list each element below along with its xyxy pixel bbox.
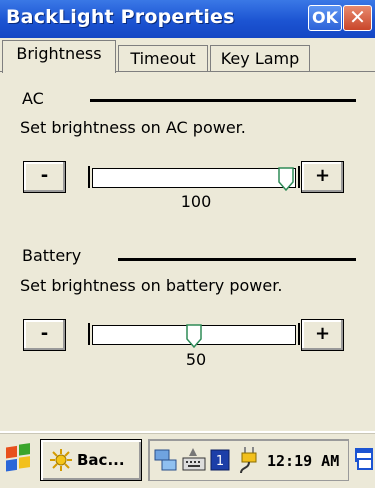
system-tray: 1 12:19 AM	[148, 439, 349, 481]
battery-increase-button[interactable]: +	[301, 319, 344, 351]
clock[interactable]: 12:19 AM	[267, 452, 339, 470]
window-title: BackLight Properties	[6, 6, 235, 28]
keyboard-icon[interactable]	[181, 446, 207, 474]
input-panel-icon[interactable]: 1	[209, 448, 231, 472]
svg-text:1: 1	[216, 454, 224, 469]
tab-key-lamp[interactable]: Key Lamp	[210, 45, 310, 72]
brightness-panel: AC Set brightness on AC power. - + 100 B…	[0, 71, 375, 432]
battery-heading: Battery	[22, 246, 82, 265]
ac-value: 100	[180, 192, 212, 211]
desktop-icon[interactable]	[354, 443, 374, 475]
ac-increase-button[interactable]: +	[301, 161, 344, 193]
close-button[interactable]: ✕	[343, 5, 372, 31]
tab-timeout[interactable]: Timeout	[118, 45, 208, 72]
tab-strip: Brightness Timeout Key Lamp	[0, 38, 375, 73]
ac-description: Set brightness on AC power.	[20, 118, 246, 137]
ac-divider	[90, 99, 356, 102]
taskbar: Bac... 1 12:19 AM	[0, 431, 375, 488]
battery-value: 50	[185, 350, 207, 369]
battery-description: Set brightness on battery power.	[20, 276, 283, 295]
ok-button[interactable]: OK	[308, 5, 342, 31]
ac-heading: AC	[22, 89, 44, 108]
ac-decrease-button[interactable]: -	[23, 161, 66, 193]
ac-slider-thumb[interactable]	[278, 167, 294, 191]
taskbar-task-label: Bac...	[77, 451, 125, 469]
taskbar-task-button[interactable]: Bac...	[40, 439, 142, 481]
title-bar: BackLight Properties OK ✕	[0, 0, 375, 38]
power-plug-icon[interactable]	[235, 445, 263, 475]
ac-slider-track[interactable]	[92, 168, 296, 188]
battery-decrease-button[interactable]: -	[23, 319, 66, 351]
network-icon[interactable]	[153, 446, 179, 474]
battery-divider	[118, 258, 356, 261]
start-flag-icon[interactable]	[2, 443, 36, 477]
battery-slider-thumb[interactable]	[186, 324, 202, 348]
tab-brightness[interactable]: Brightness	[2, 40, 116, 73]
backlight-app-icon	[50, 449, 72, 471]
